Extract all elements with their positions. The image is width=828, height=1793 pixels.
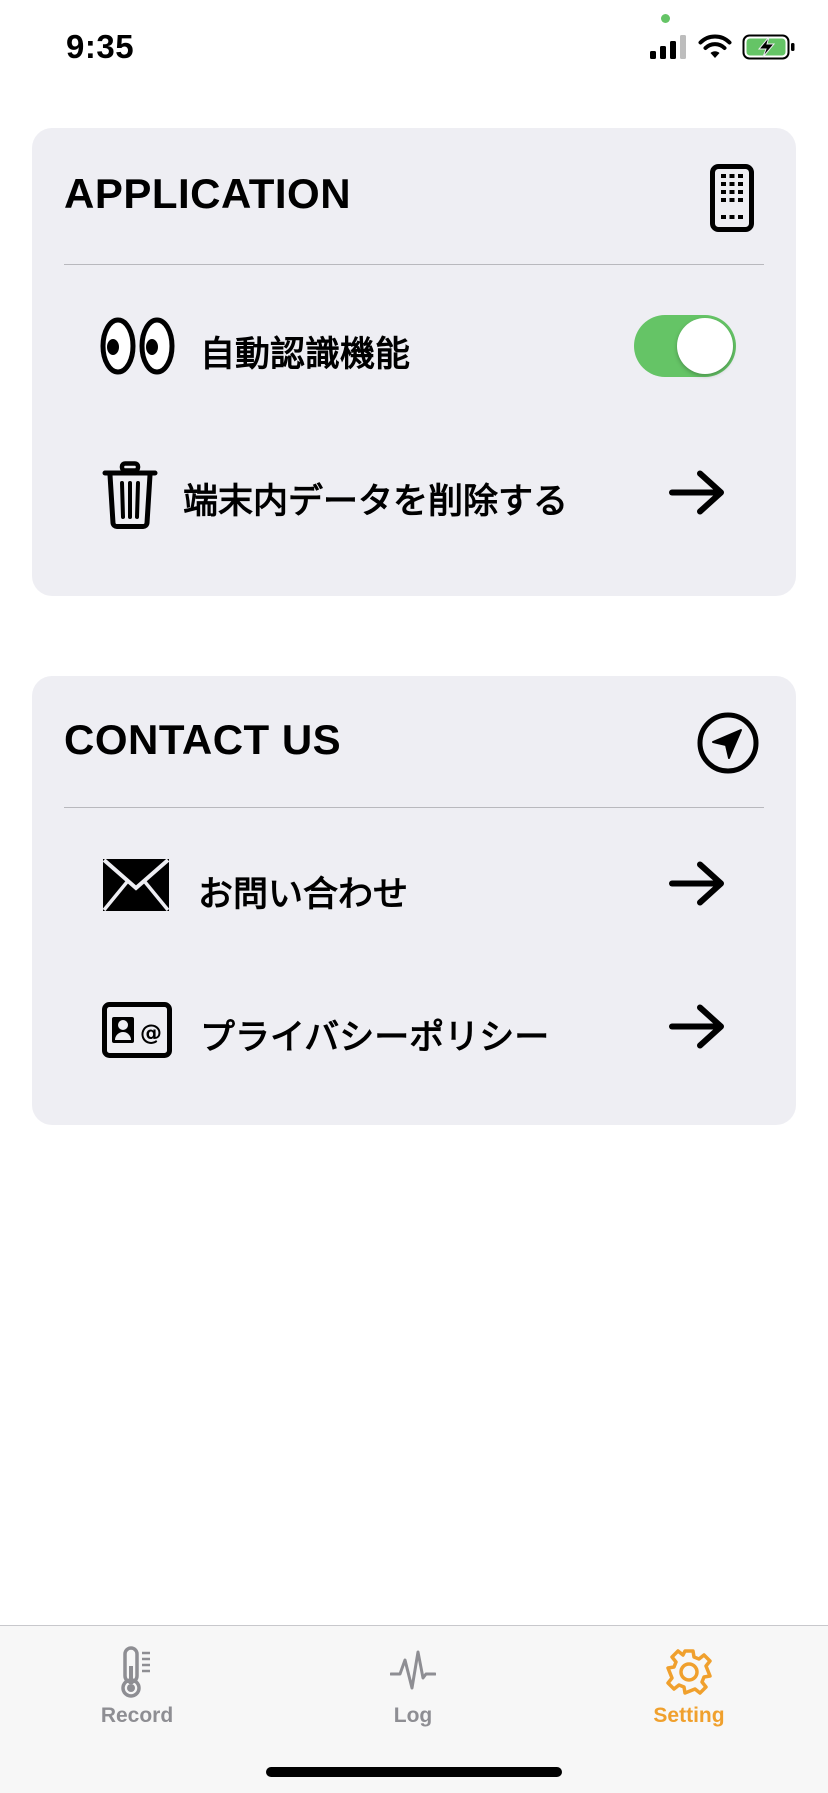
auto-recognition-toggle[interactable] [634,315,736,377]
delete-local-data-row[interactable]: 端末内データを削除する [32,445,796,545]
status-bar: 9:35 [0,0,828,100]
contact-card-icon: @ [102,1002,172,1063]
cellular-signal-icon [650,35,688,64]
trash-icon [102,461,158,534]
tab-record[interactable]: Record [47,1644,227,1728]
delete-local-data-label: 端末内データを削除する [183,482,569,521]
smartphone-icon [710,164,754,237]
privacy-policy-label: プライバシーポリシー [200,1018,550,1057]
envelope-icon [102,858,170,917]
tab-label: Record [100,1704,174,1727]
section-title: APPLICATION [64,170,352,217]
contact-section: CONTACT US お問い合わせ @ プライバシーポリシー [32,676,796,1125]
contact-section-header: CONTACT US [64,676,764,808]
auto-recognition-row[interactable]: 自動認識機能 [32,296,796,396]
privacy-policy-row[interactable]: @ プライバシーポリシー [32,979,796,1079]
tab-setting[interactable]: Setting [599,1644,779,1728]
status-icons [650,34,796,65]
status-time: 9:35 [66,28,135,65]
tab-label: Setting [653,1704,725,1727]
tab-log[interactable]: Log [323,1644,503,1728]
contact-inquiry-label: お問い合わせ [198,875,409,914]
privacy-indicator-dot [661,14,670,23]
toggle-knob [677,318,733,374]
pulse-icon [323,1644,503,1700]
arrow-right-icon [668,1004,726,1055]
application-section-header: APPLICATION [64,128,764,265]
application-section: APPLICATION 自動認識機能 端末内データを削除する [32,128,796,596]
arrow-right-icon [668,861,726,912]
gear-icon [599,1644,779,1700]
thermometer-icon [47,1644,227,1700]
auto-recognition-label: 自動認識機能 [200,335,411,374]
svg-text:@: @ [140,1021,162,1046]
contact-inquiry-row[interactable]: お問い合わせ [32,836,796,936]
paper-plane-icon [697,712,759,779]
tab-label: Log [393,1704,433,1727]
section-title: CONTACT US [64,716,342,763]
battery-charging-icon [742,34,796,65]
arrow-right-icon [668,470,726,521]
wifi-icon [698,34,732,65]
home-indicator [266,1767,562,1777]
eyes-icon [100,316,176,381]
